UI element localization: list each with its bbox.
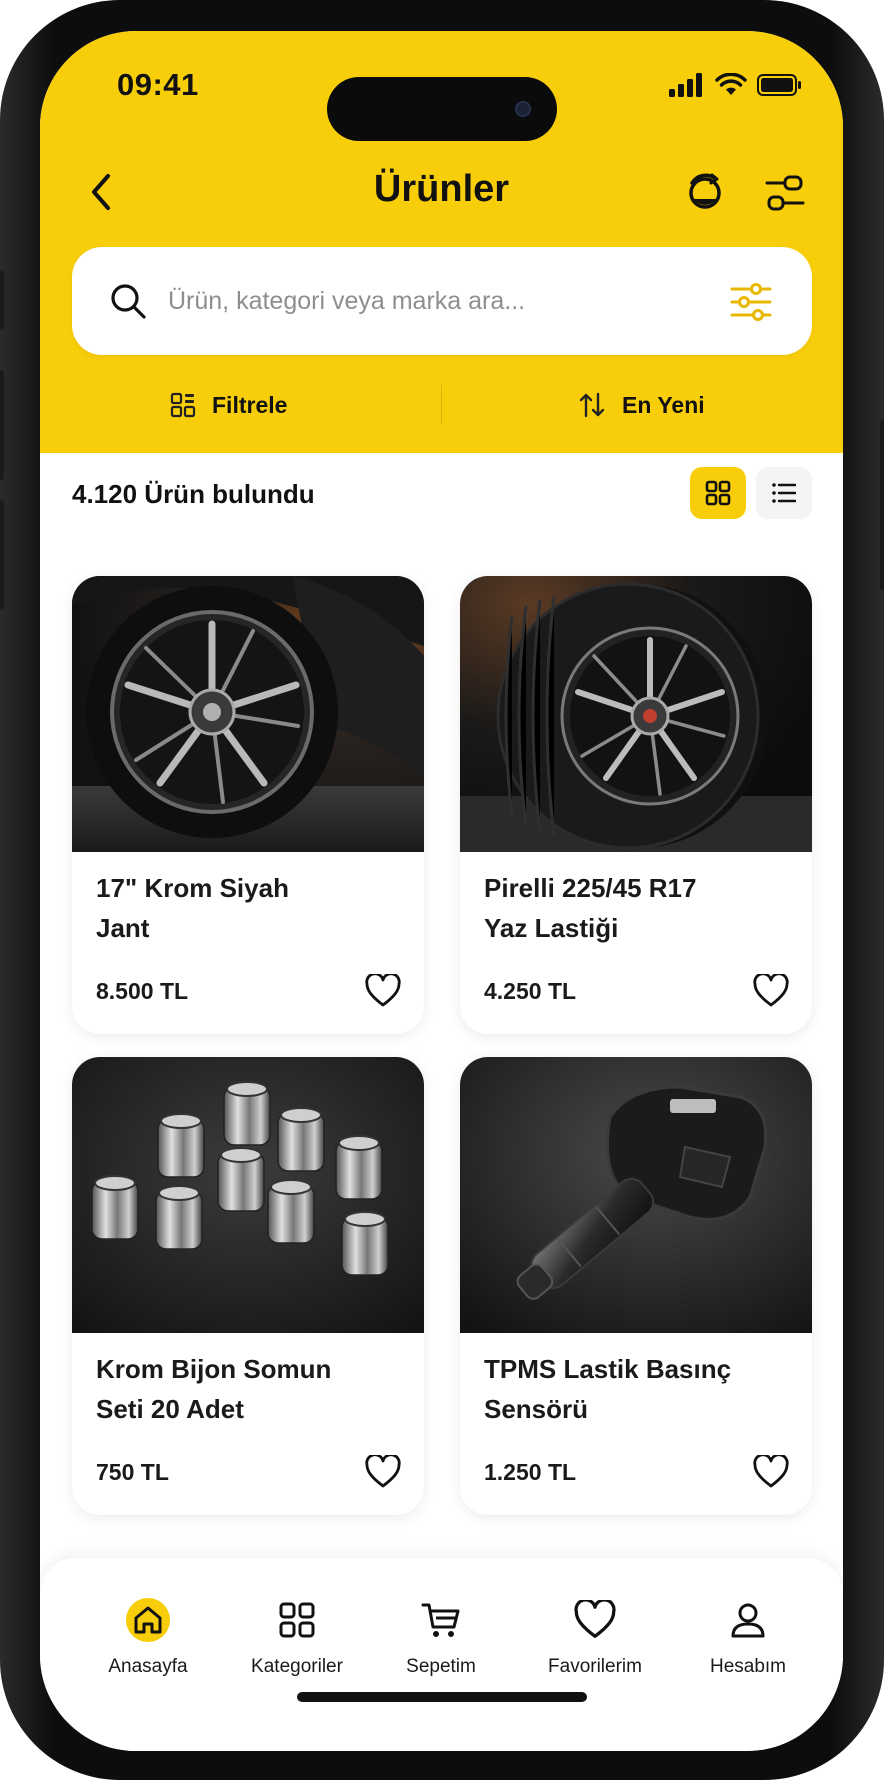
cart-icon [417,1596,465,1644]
product-card[interactable]: Pirelli 225/45 R17 Yaz Lastiği 4.250 TL [460,576,812,1034]
favorite-button[interactable] [750,970,792,1012]
product-image-tire [460,576,812,852]
favorite-button[interactable] [362,1451,404,1493]
filter-sort-bar: Filtrele En Yeni [40,377,843,433]
nav-categories[interactable]: Kategoriler [227,1596,367,1678]
home-icon [124,1596,172,1644]
grid-view-toggle[interactable] [690,467,746,519]
product-card[interactable]: Krom Bijon Somun Seti 20 Adet 750 TL [72,1057,424,1515]
nav-home[interactable]: Anasayfa [78,1596,218,1678]
filter-settings-icon[interactable] [728,279,774,325]
filter-button[interactable]: Filtrele [170,377,287,433]
nav-label: Hesabım [709,1656,787,1677]
list-view-icon [772,483,797,503]
nav-label: Kategoriler [251,1656,343,1677]
product-card[interactable]: 17" Krom Siyah Jant 8.500 TL [72,576,424,1034]
mute-switch [0,270,4,330]
nav-account[interactable]: Hesabım [678,1596,818,1678]
battery-icon [757,74,801,96]
tire-refresh-icon [689,173,721,209]
product-name: 17" Krom Siyah Jant [96,873,289,943]
search-input[interactable] [168,277,708,325]
wifi-icon [715,73,747,95]
support-button[interactable] [681,169,729,217]
header-area: 09:41 Ürünler Ürün, kategori veya marka … [40,31,843,453]
product-price: 750 TL [96,1459,169,1485]
nav-label: Favorilerim [548,1656,642,1677]
favorite-button[interactable] [750,1451,792,1493]
grid-icon [273,1596,321,1644]
heart-icon [365,1455,401,1488]
filter-label: Filtrele [212,391,288,418]
product-card[interactable]: TPMS Lastik Basınç Sensörü 1.250 TL [460,1057,812,1515]
product-image-lug-nuts [72,1057,424,1333]
sliders-icon [765,175,805,211]
screen: 09:41 Ürünler Ürün, kategori veya marka … [40,31,843,1751]
search-icon [111,284,146,319]
product-name: TPMS Lastik Basınç Sensörü [484,1354,732,1424]
dynamic-island [327,77,557,141]
divider [441,385,442,425]
heart-icon [365,974,401,1007]
results-count: 4.120 Ürün bulundu [72,479,315,509]
user-icon [724,1596,772,1644]
sort-arrows-icon [579,392,605,418]
front-camera [515,101,531,117]
results-header: 4.120 Ürün bulundu [72,467,812,523]
filter-grid-icon [170,392,196,418]
list-view-toggle[interactable] [756,467,812,519]
grid-view-icon [705,480,731,506]
heart-icon [571,1596,619,1644]
phone-frame: 09:41 Ürünler Ürün, kategori veya marka … [0,0,884,1780]
product-name: Krom Bijon Somun Seti 20 Adet [96,1354,332,1424]
status-time: 09:41 [117,67,199,102]
product-image-wheel [72,576,424,852]
sort-label: En Yeni [622,391,705,418]
home-indicator[interactable] [297,1692,587,1702]
volume-up-button [0,370,4,480]
nav-label: Sepetim [406,1656,476,1677]
search-bar [72,247,812,355]
status-bar: 09:41 [40,57,843,141]
nav-label: Anasayfa [108,1656,188,1677]
status-icons [669,73,803,97]
product-price: 4.250 TL [484,978,577,1004]
signal-icon [669,73,702,97]
favorite-button[interactable] [362,970,404,1012]
heart-icon [753,974,789,1007]
heart-icon [753,1455,789,1488]
nav-favorites[interactable]: Favorilerim [525,1596,665,1678]
bottom-navigation: Anasayfa Kategoriler Sepetim Favorilerim… [40,1558,843,1751]
app-bar: Ürünler [40,157,843,227]
product-price: 1.250 TL [484,1459,577,1485]
nav-cart[interactable]: Sepetim [371,1596,511,1678]
product-price: 8.500 TL [96,978,189,1004]
sort-button[interactable]: En Yeni [578,377,705,433]
settings-button[interactable] [761,169,809,217]
volume-down-button [0,500,4,610]
product-name: Pirelli 225/45 R17 Yaz Lastiği [484,873,697,943]
product-image-tpms-sensor [460,1057,812,1333]
power-button [880,420,884,590]
